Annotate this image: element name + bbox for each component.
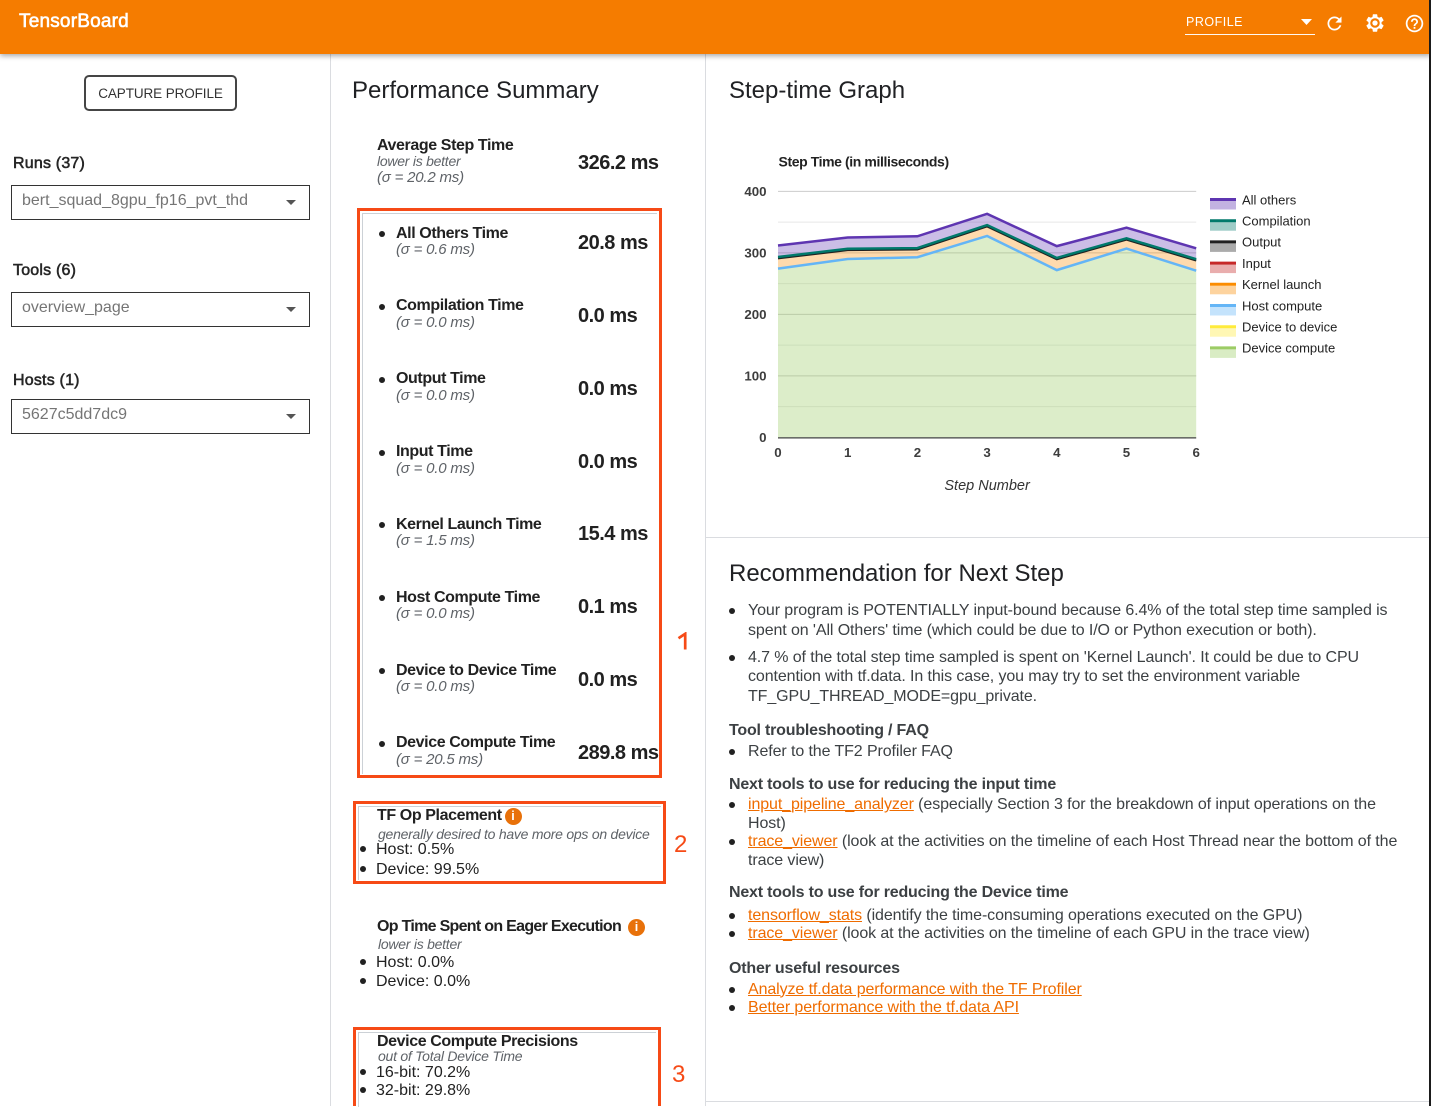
- svg-text:300: 300: [744, 246, 766, 261]
- svg-text:400: 400: [744, 184, 766, 199]
- svg-text:0: 0: [774, 445, 781, 460]
- svg-text:Output: Output: [1242, 235, 1281, 250]
- svg-text:100: 100: [744, 369, 766, 384]
- svg-text:Host compute: Host compute: [1242, 298, 1322, 313]
- svg-text:5: 5: [1123, 445, 1131, 460]
- svg-text:2: 2: [914, 445, 921, 460]
- svg-text:4: 4: [1053, 445, 1061, 460]
- svg-text:All others: All others: [1242, 192, 1297, 207]
- svg-text:0: 0: [759, 430, 766, 445]
- svg-text:Step Time (in milliseconds): Step Time (in milliseconds): [779, 154, 949, 170]
- svg-text:Device to device: Device to device: [1242, 320, 1337, 335]
- svg-text:3: 3: [983, 445, 990, 460]
- svg-text:1: 1: [844, 445, 852, 460]
- svg-text:Input: Input: [1242, 256, 1271, 271]
- svg-text:6: 6: [1192, 445, 1199, 460]
- svg-text:Step Number: Step Number: [944, 478, 1031, 494]
- svg-text:Kernel launch: Kernel launch: [1242, 277, 1322, 292]
- svg-text:Compilation: Compilation: [1242, 214, 1311, 229]
- svg-text:200: 200: [744, 307, 766, 322]
- svg-text:Device compute: Device compute: [1242, 341, 1335, 356]
